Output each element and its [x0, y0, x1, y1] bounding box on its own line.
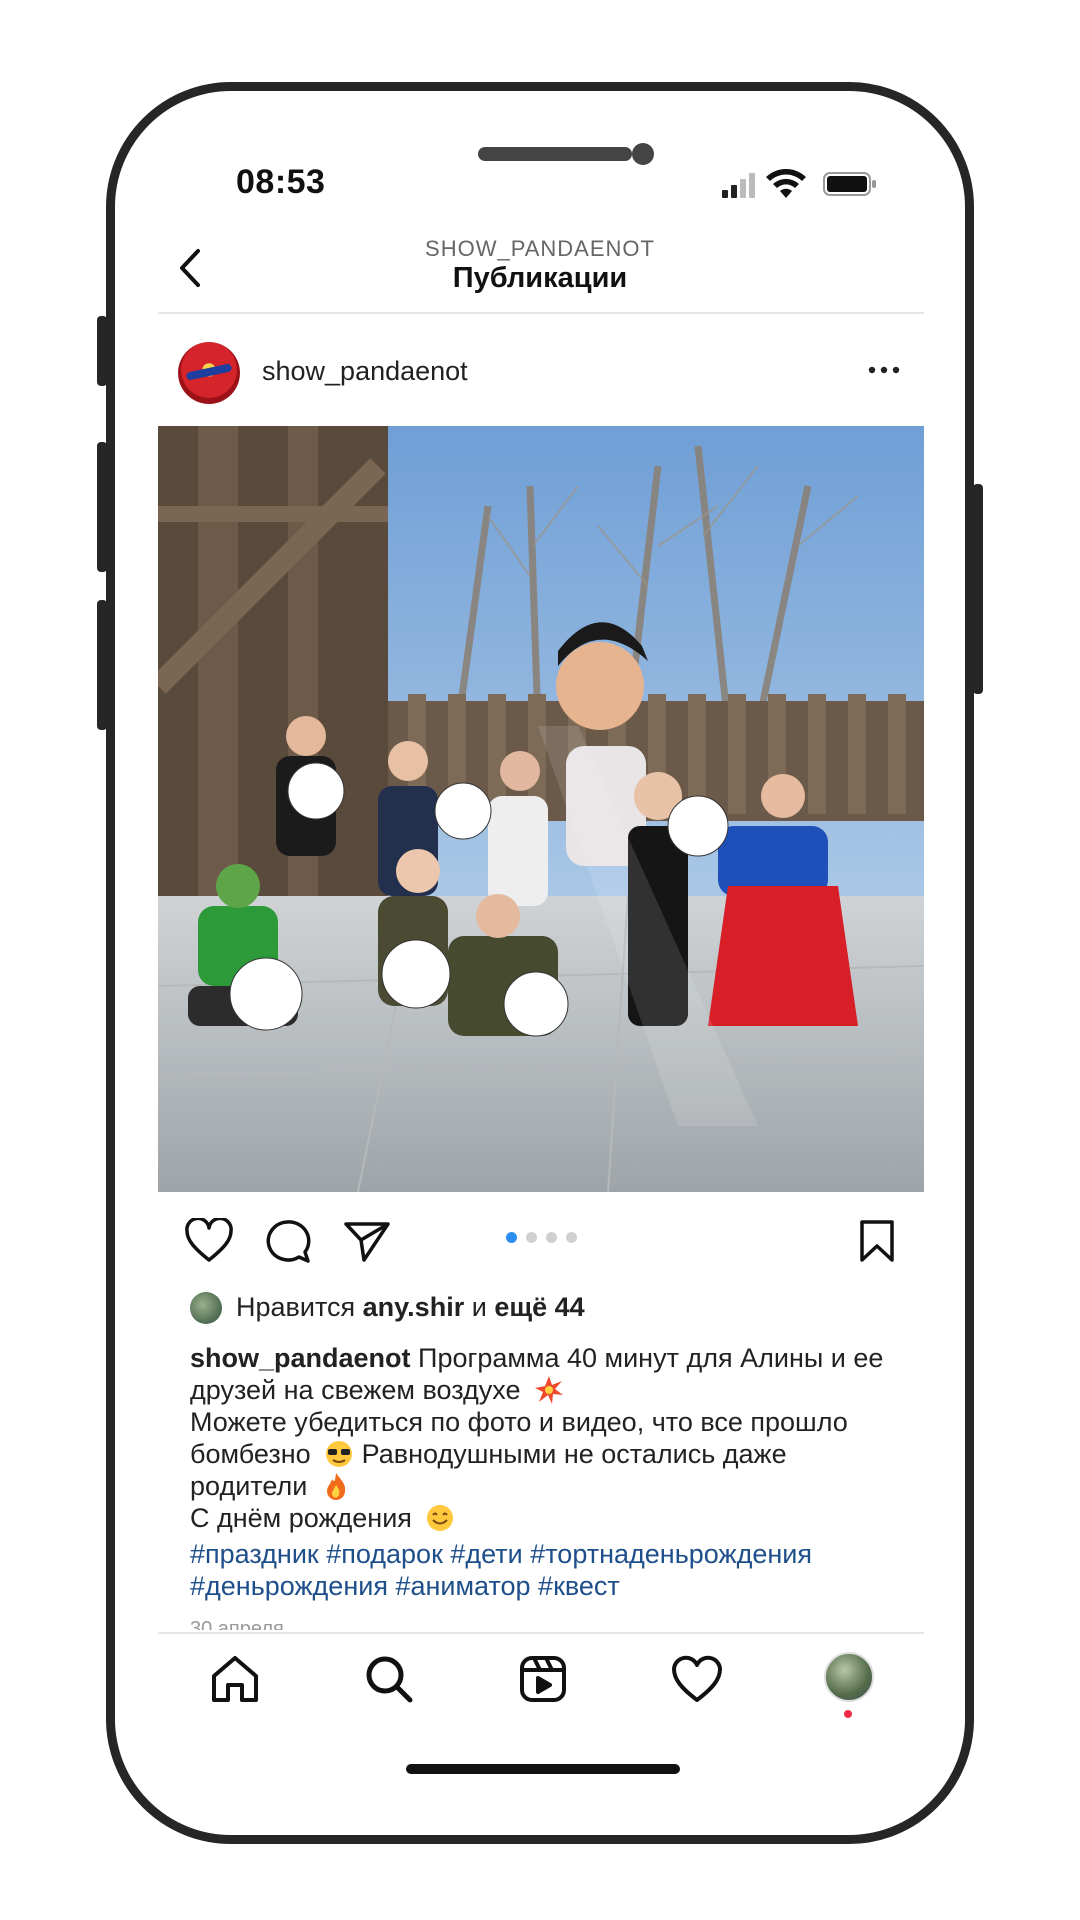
- post-caption: show_pandaenot Программа 40 минут для Ал…: [190, 1342, 910, 1602]
- bookmark-icon: [860, 1220, 894, 1262]
- smile-emoji-icon: [427, 1505, 454, 1531]
- comment-button[interactable]: [262, 1218, 312, 1264]
- like-button[interactable]: [184, 1218, 234, 1264]
- chevron-left-icon: [180, 249, 200, 287]
- caption-line-4: С днём рождения: [190, 1503, 412, 1533]
- share-button[interactable]: [342, 1218, 392, 1264]
- carousel-indicator: [506, 1230, 586, 1248]
- phone-camera: [632, 143, 654, 165]
- caption-username[interactable]: show_pandaenot: [190, 1343, 411, 1373]
- likes-middle: и: [471, 1292, 487, 1322]
- notification-dot: [844, 1710, 852, 1718]
- likes-prefix: Нравится: [236, 1292, 356, 1322]
- carousel-dot: [566, 1232, 577, 1243]
- heart-icon: [185, 1218, 233, 1262]
- post-username[interactable]: show_pandaenot: [262, 356, 468, 387]
- more-horizontal-icon: [868, 366, 900, 374]
- carousel-dot-active: [506, 1232, 517, 1243]
- likes-count[interactable]: ещё 44: [494, 1292, 584, 1322]
- post-photo[interactable]: [158, 426, 924, 1192]
- status-icons: [722, 169, 876, 198]
- fire-emoji-icon: [326, 1473, 345, 1500]
- comment-icon: [266, 1220, 311, 1263]
- phone-power-button: [973, 484, 983, 694]
- back-button[interactable]: [170, 243, 210, 293]
- wifi-icon: [766, 169, 806, 198]
- save-button[interactable]: [852, 1218, 902, 1264]
- nav-home-button[interactable]: [208, 1652, 262, 1706]
- reels-icon: [520, 1656, 566, 1702]
- send-icon: [344, 1222, 390, 1262]
- sunglasses-emoji-icon: [326, 1441, 353, 1467]
- collision-emoji-icon: [535, 1376, 563, 1404]
- header-divider: [158, 312, 924, 314]
- post-date: 30 апреля: [190, 1618, 284, 1630]
- carousel-dot: [546, 1232, 557, 1243]
- nav-search-button[interactable]: [362, 1652, 416, 1706]
- nav-reels-button[interactable]: [516, 1652, 570, 1706]
- header-username[interactable]: SHOW_PANDAENOT: [340, 236, 740, 262]
- nav-divider: [158, 1632, 924, 1634]
- status-time: 08:53: [236, 163, 326, 201]
- more-button[interactable]: [866, 360, 902, 380]
- battery-icon: [823, 172, 876, 196]
- home-icon: [212, 1656, 258, 1702]
- liker-avatar[interactable]: [190, 1292, 222, 1324]
- avatar[interactable]: [178, 342, 240, 404]
- search-icon: [366, 1656, 413, 1703]
- nav-profile-button[interactable]: [824, 1652, 874, 1702]
- heart-icon: [672, 1655, 722, 1702]
- carousel-dot: [526, 1232, 537, 1243]
- phone-speaker: [478, 147, 632, 161]
- nav-activity-button[interactable]: [670, 1652, 724, 1706]
- caption-hashtags[interactable]: #праздник #подарок #дети #тортнаденьрожд…: [190, 1538, 910, 1602]
- home-indicator[interactable]: [406, 1764, 680, 1774]
- signal-icon: [722, 173, 755, 198]
- likes-text[interactable]: Нравится any.shir и ещё 44: [236, 1292, 585, 1323]
- page-title: Публикации: [452, 262, 628, 294]
- likes-user[interactable]: any.shir: [363, 1292, 465, 1322]
